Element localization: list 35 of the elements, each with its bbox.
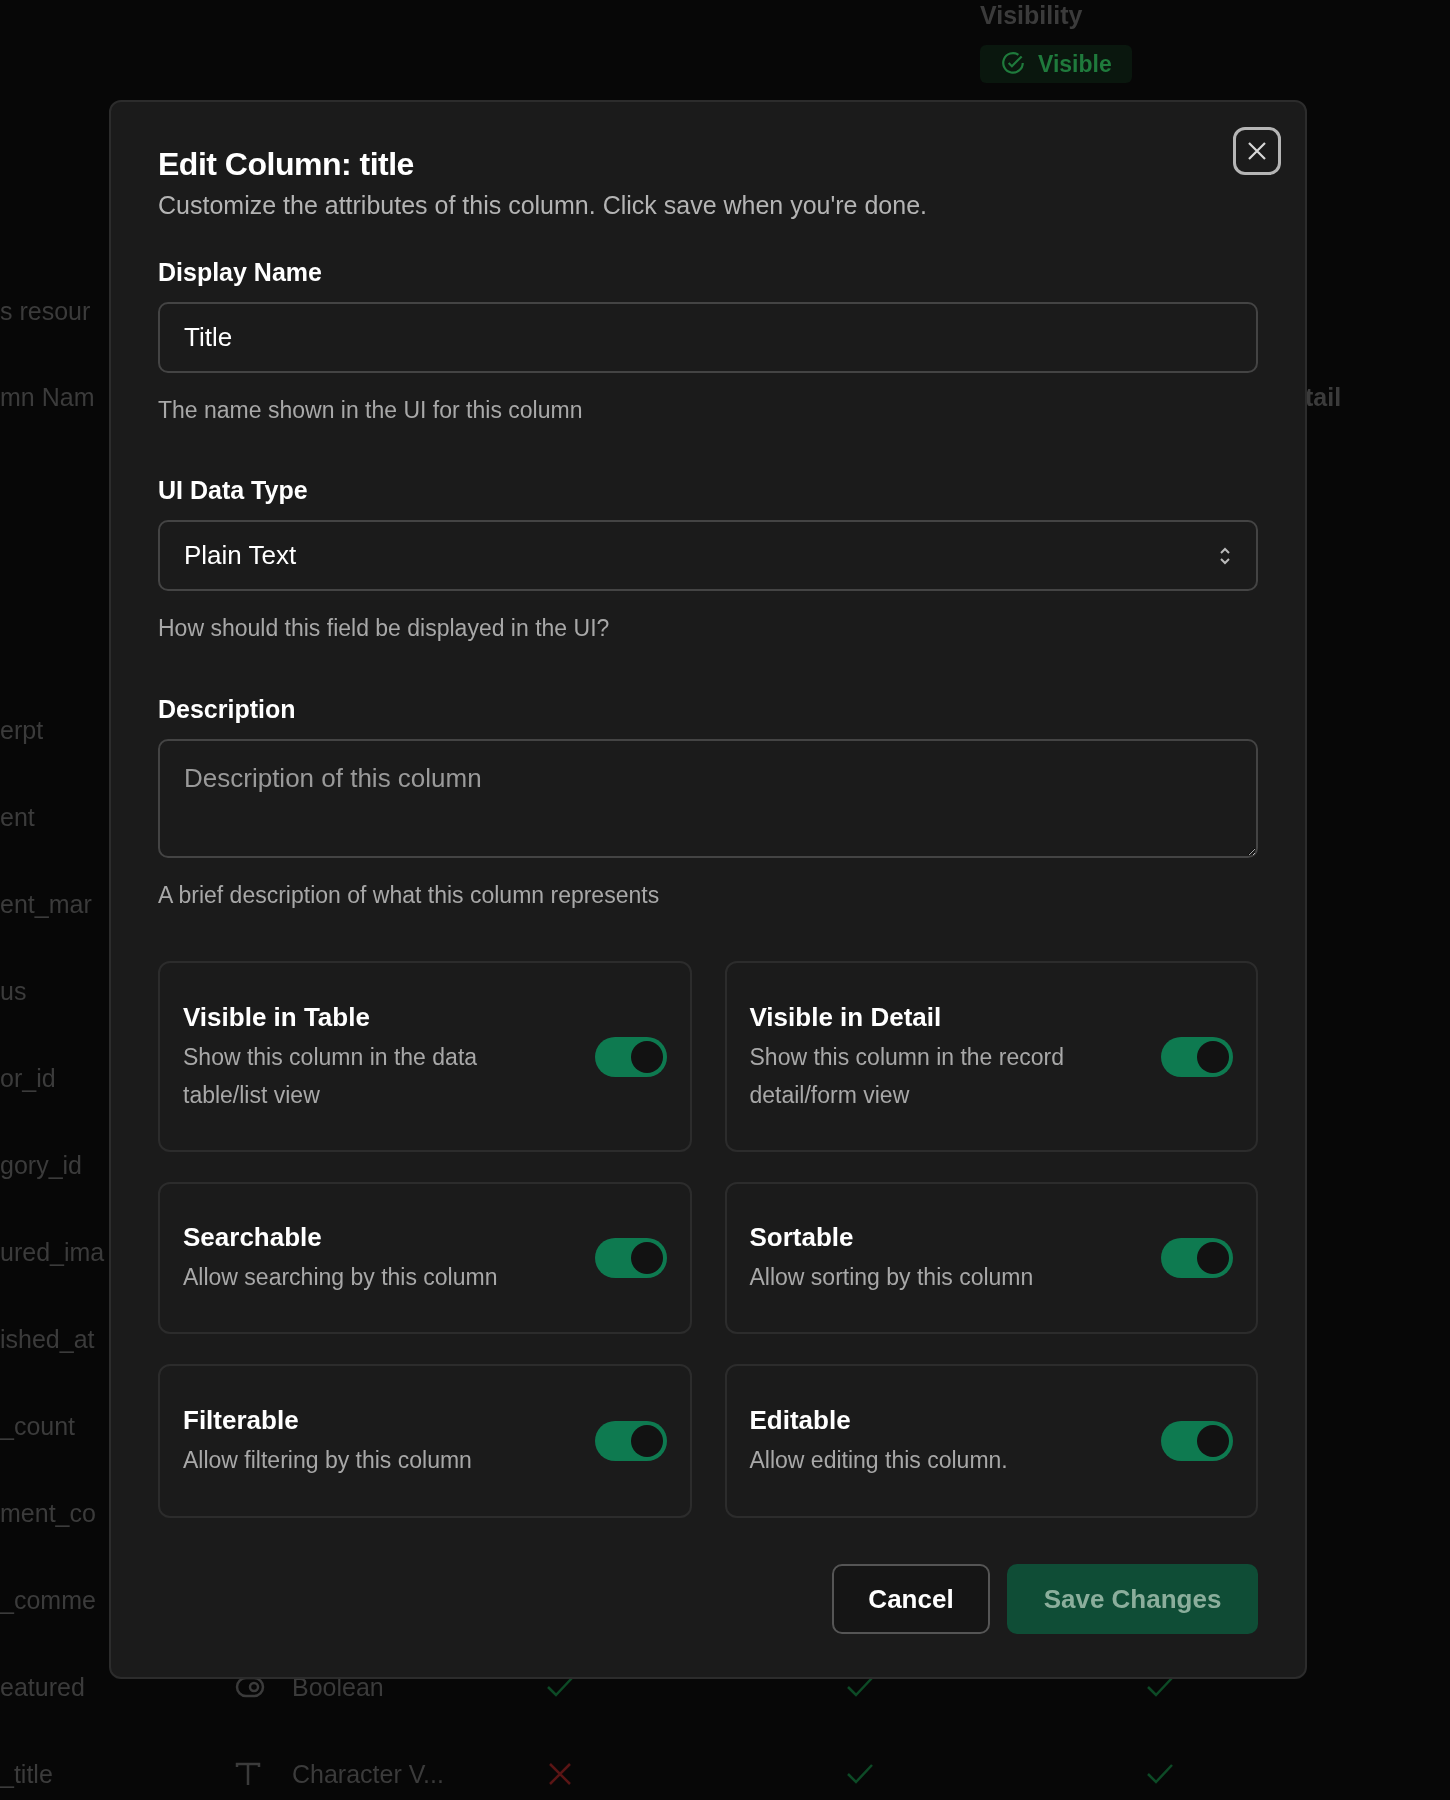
field-label: Display Name: [158, 257, 323, 287]
visibility-badge: Visible: [980, 45, 1132, 83]
toggle-switch[interactable]: [594, 1238, 667, 1278]
text-type-icon: [235, 1761, 261, 1786]
toggle-switch[interactable]: [1161, 1421, 1233, 1461]
option-title: Sortable: [749, 1221, 855, 1254]
option-description: Allow sorting by this column: [749, 1263, 1035, 1292]
option-description: Allow searching by this column: [183, 1263, 499, 1292]
toggle-switch[interactable]: [1161, 1036, 1233, 1077]
select-field[interactable]: Plain Text: [158, 520, 1258, 591]
option-title: Visible in Detail: [749, 1000, 943, 1034]
toggle-switch[interactable]: [594, 1036, 667, 1077]
field-label: Description: [158, 694, 297, 724]
option-description: Show this column in the data table/list view: [183, 1042, 479, 1110]
text-area[interactable]: Description of this column: [158, 739, 1258, 858]
option-title: Filterable: [183, 1404, 300, 1437]
help-text: A brief description of what this column represents: [158, 881, 661, 910]
toggle-switch[interactable]: [594, 1421, 667, 1461]
option-description: Show this column in the record detail/form view: [749, 1042, 1065, 1110]
close-icon: [1246, 140, 1268, 162]
field-label: UI Data Type: [158, 475, 309, 505]
close-button[interactable]: [1233, 127, 1281, 175]
cancel-button[interactable]: Cancel: [832, 1564, 990, 1634]
option-title: Editable: [749, 1404, 852, 1437]
help-text: The name shown in the UI for this column: [158, 396, 584, 425]
dialog-subtitle: Customize the attributes of this column. Click save when you're done.: [158, 190, 929, 220]
option-title: Searchable: [183, 1221, 323, 1254]
text-field[interactable]: Title: [158, 302, 1258, 373]
dialog-title: Edit Column: title: [158, 145, 415, 183]
option-description: Allow editing this column.: [749, 1446, 1009, 1475]
toggle-switch[interactable]: [1161, 1238, 1233, 1278]
option-title: Visible in Table: [183, 1000, 371, 1034]
option-description: Allow filtering by this column: [183, 1446, 473, 1475]
check-circle-icon: [1000, 51, 1026, 77]
help-text: How should this field be displayed in the UI?: [158, 614, 611, 643]
